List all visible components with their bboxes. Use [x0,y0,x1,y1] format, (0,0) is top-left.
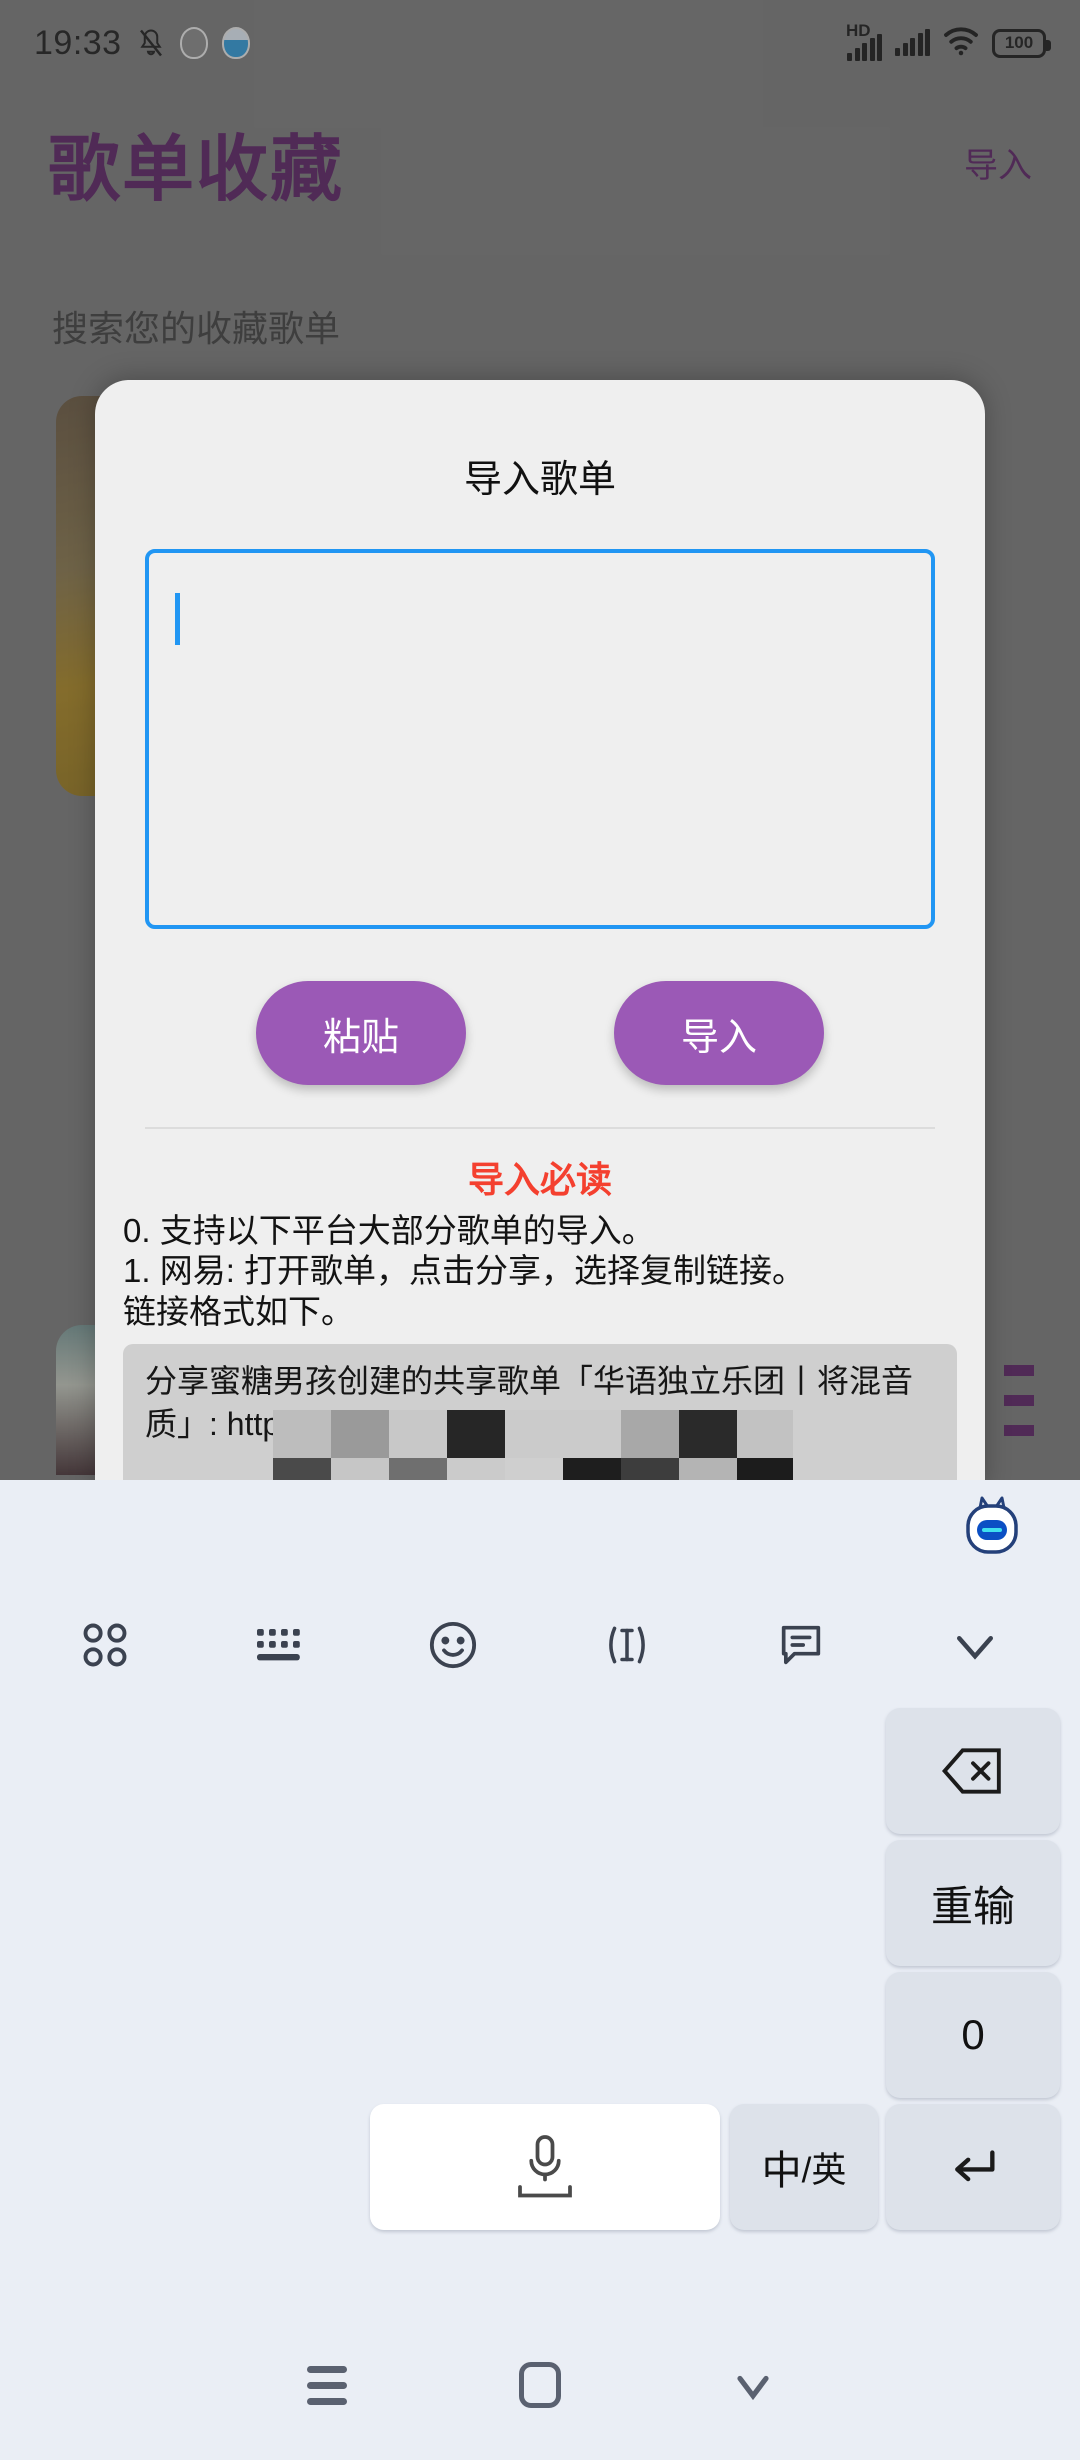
key-0-right[interactable]: 0 [886,1972,1060,2098]
system-navigation-bar [0,2310,1080,2460]
lang-main: 中 [761,2149,802,2193]
lang-sub: /英 [801,2150,847,2190]
keyboard-toolbar [0,1590,1080,1700]
space-key-main[interactable] [370,2104,720,2230]
dialog-title: 导入歌单 [463,459,616,501]
paste-button[interactable]: 粘贴 [256,981,466,1085]
keypad-overlay: 重输 0 中/英 [0,1700,1080,2300]
link-format-example: 分享蜜糖男孩创建的共享歌单「华语独立乐团丨将混音质」: https://y.mu… [123,1343,957,1490]
dialog-buttons: 粘贴 导入 [95,981,985,1085]
notice-body: 0. 支持以下平台大部分歌单的导入。 1. 网易: 打开歌单，点击分享，选择复制… [123,1211,957,1332]
back-chevron-icon[interactable] [713,2345,793,2425]
notice-line: 链接格式如下。 [123,1292,354,1330]
enter-key[interactable] [886,2104,1060,2230]
divider [145,1127,935,1129]
ai-assistant-icon[interactable] [960,1494,1024,1562]
recents-icon[interactable] [287,2345,367,2425]
emoji-icon[interactable] [417,1609,489,1681]
language-toggle-key-right[interactable]: 中/英 [730,2104,878,2230]
notice-line: 1. 网易: 打开歌单，点击分享，选择复制链接。 [123,1252,806,1290]
text-cursor-icon[interactable] [591,1609,663,1681]
retype-key-right[interactable]: 重输 [886,1840,1060,1966]
text-caret [175,593,180,645]
import-button[interactable]: 导入 [614,981,824,1085]
home-icon[interactable] [500,2345,580,2425]
import-playlist-dialog: 导入歌单 粘贴 导入 导入必读 0. 支持以下平台大部分歌单的导入。 1. 网易… [95,380,985,1490]
clipboard-message-icon[interactable] [765,1609,837,1681]
notice-title: 导入必读 [467,1159,612,1200]
censor-mosaic-overlay [273,1409,793,1490]
notice-line: 0. 支持以下平台大部分歌单的导入。 [123,1212,655,1249]
chevron-down-icon[interactable] [939,1609,1011,1681]
apps-grid-icon[interactable] [69,1609,141,1681]
backspace-key-right[interactable] [886,1708,1060,1834]
keyboard-icon[interactable] [243,1609,315,1681]
import-link-textarea[interactable] [145,549,935,929]
